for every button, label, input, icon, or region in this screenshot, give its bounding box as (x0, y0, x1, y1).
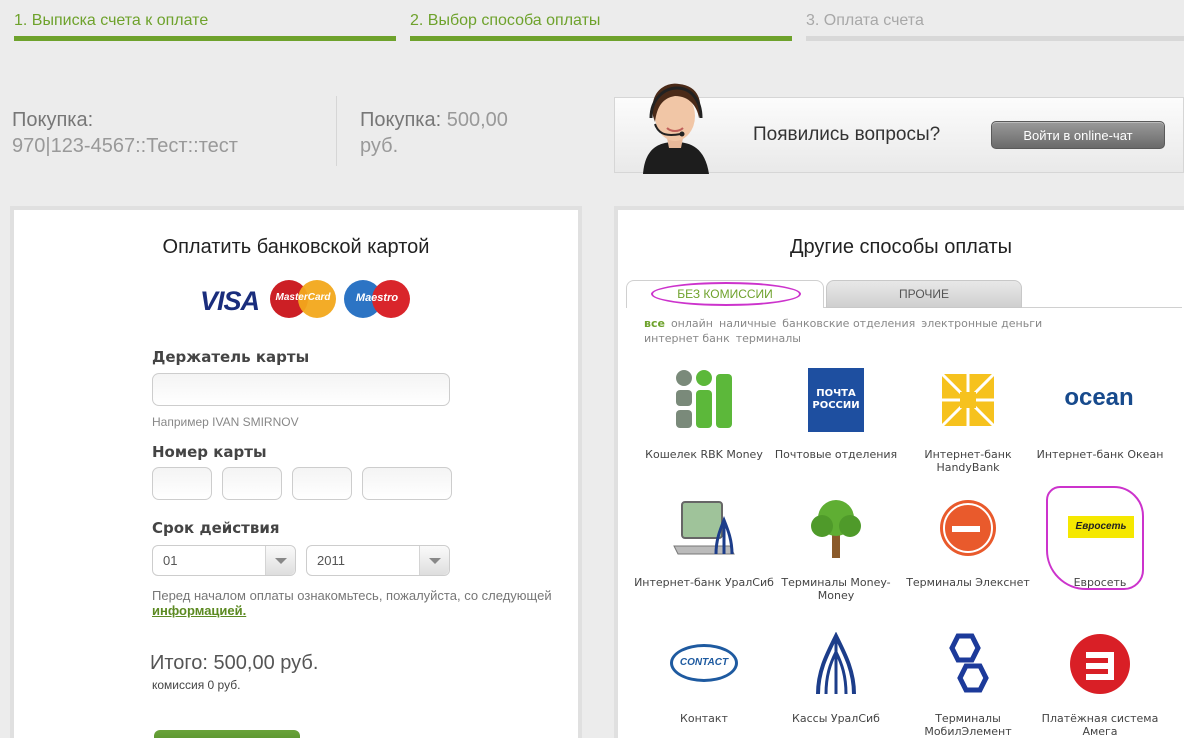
commission-text: комиссия 0 руб. (152, 678, 241, 692)
handybank-icon (940, 372, 996, 428)
payment-tabs: БЕЗ КОМИССИИ ПРОЧИЕ (626, 280, 1182, 308)
step-payment-bar (806, 36, 1184, 41)
card-number-part-3-input[interactable] (292, 467, 352, 500)
highlight-ring (1046, 486, 1144, 590)
tab-no-commission[interactable]: БЕЗ КОМИССИИ (626, 280, 824, 308)
expiry-year-select[interactable]: 2011 (306, 545, 450, 576)
payment-info-note: Перед началом оплаты ознакомьтесь, пожал… (152, 588, 552, 618)
filter-internet-bank[interactable]: интернет банк (644, 332, 730, 345)
card-number-part-1-input[interactable] (152, 467, 212, 500)
card-payment-title: Оплатить банковской картой (162, 236, 430, 258)
online-chat-button[interactable]: Войти в online-чат (991, 121, 1165, 149)
purchase-label: Покупка: (12, 109, 94, 131)
method-name: Терминалы МобилЭлемент (924, 712, 1012, 738)
step-payment-method-label: 2. Выбор способа оплаты (410, 12, 601, 29)
money-tree-icon (811, 500, 861, 558)
highlight-ring (651, 282, 801, 306)
step-payment-method: 2. Выбор способа оплаты (410, 12, 792, 41)
card-number-part-2-input[interactable] (222, 467, 282, 500)
chevron-down-icon[interactable] (265, 546, 295, 575)
maestro-logo-text: Maestro (355, 292, 399, 304)
method-filters: все онлайн наличные банковские отделения эле… (644, 316, 1164, 346)
card-holder-label: Держатель карты (152, 348, 310, 366)
amega-icon (1070, 634, 1130, 694)
expiry-year-value: 2011 (317, 553, 345, 568)
russian-post-text-1: ПОЧТА (816, 388, 856, 399)
filter-online[interactable]: онлайн (671, 317, 713, 330)
russian-post-icon: ПОЧТА РОССИИ (808, 368, 864, 432)
expiry-month-value: 01 (163, 553, 178, 568)
filter-cash[interactable]: наличные (719, 317, 776, 330)
method-name: Интернет-банк Океан (1036, 448, 1164, 461)
card-holder-hint: Например IVAN SMIRNOV (152, 415, 299, 429)
filter-bank-branches[interactable]: банковские отделения (782, 317, 915, 330)
method-name: Платёжная система Амега (1041, 712, 1159, 738)
contact-icon: CONTACT (670, 644, 738, 682)
filter-terminals[interactable]: терминалы (736, 332, 801, 345)
step-invoice-label: 1. Выписка счета к оплате (14, 12, 209, 29)
support-operator-image (643, 83, 709, 174)
method-name: Кошелек RBK Money (645, 448, 763, 461)
step-invoice-bar (14, 36, 396, 41)
filter-e-money[interactable]: электронные деньги (921, 317, 1042, 330)
card-holder-input[interactable] (152, 373, 450, 406)
russian-post-text-2: РОССИИ (812, 400, 860, 411)
progress-steps: 1. Выписка счета к оплате 2. Выбор спосо… (14, 0, 1184, 45)
visa-logo: VISA (200, 286, 260, 316)
method-name: Кассы УралСиб (792, 712, 880, 725)
payment-info-link[interactable]: информацией. (152, 603, 246, 618)
ocean-icon: ocean (1064, 384, 1134, 411)
method-name: Терминалы Money-Money (781, 576, 891, 602)
help-question: Появились вопросы? (753, 124, 941, 145)
card-logos: VISA MasterCard Maestro (200, 280, 420, 320)
method-name: Контакт (680, 712, 728, 725)
expiry-month-select[interactable]: 01 (152, 545, 296, 576)
card-number-label: Номер карты (152, 443, 267, 461)
pay-button[interactable] (154, 730, 300, 738)
chevron-down-icon[interactable] (419, 546, 449, 575)
step-payment-label: 3. Оплата счета (806, 12, 924, 29)
maestro-logo: Maestro (344, 280, 410, 318)
uralsib-icon (816, 632, 856, 695)
method-name: Почтовые отделения (774, 448, 898, 461)
purchase-currency: руб. (360, 135, 399, 157)
purchase-amount: Покупка: 500,00 руб. (360, 107, 508, 159)
method-name: Интернет-банк HandyBank (924, 448, 1012, 474)
mastercard-logo: MasterCard (270, 280, 336, 318)
purchase-amount-value: 500,00 (446, 109, 508, 131)
rbk-money-icon (676, 370, 732, 428)
filter-all[interactable]: все (644, 317, 665, 330)
purchase-amount-label: Покупка: (360, 109, 442, 131)
step-payment: 3. Оплата счета (806, 12, 1184, 41)
method-name: Терминалы Элекснет (906, 576, 1030, 589)
uralsib-laptop-icon (673, 501, 735, 555)
card-number-part-4-input[interactable] (362, 467, 452, 500)
card-payment-panel: Оплатить банковской картой VISA MasterCa… (10, 206, 582, 738)
payment-info-text: Перед началом оплаты ознакомьтесь, пожал… (152, 588, 552, 603)
purchase-order-id: 970|123-4567::Тест::тест (12, 135, 238, 157)
other-payment-title: Другие способы оплаты (789, 236, 1013, 258)
step-invoice: 1. Выписка счета к оплате (14, 12, 396, 41)
mobilelement-icon (949, 633, 989, 693)
purchase-order: Покупка: 970|123-4567::Тест::тест (12, 107, 238, 159)
purchase-divider (336, 96, 337, 166)
help-banner: Появились вопросы? Войти в online-чат (614, 83, 1184, 174)
method-name: Интернет-банк УралСиб (634, 576, 774, 589)
other-payment-panel: Другие способы оплаты БЕЗ КОМИССИИ ПРОЧИ… (614, 206, 1184, 738)
mastercard-logo-text: MasterCard (275, 292, 331, 303)
step-payment-method-bar (410, 36, 792, 41)
tab-other[interactable]: ПРОЧИЕ (826, 280, 1022, 308)
expiry-label: Срок действия (152, 519, 280, 537)
eleksnet-icon (940, 500, 996, 556)
total-amount: Итого: 500,00 руб. (150, 652, 319, 674)
